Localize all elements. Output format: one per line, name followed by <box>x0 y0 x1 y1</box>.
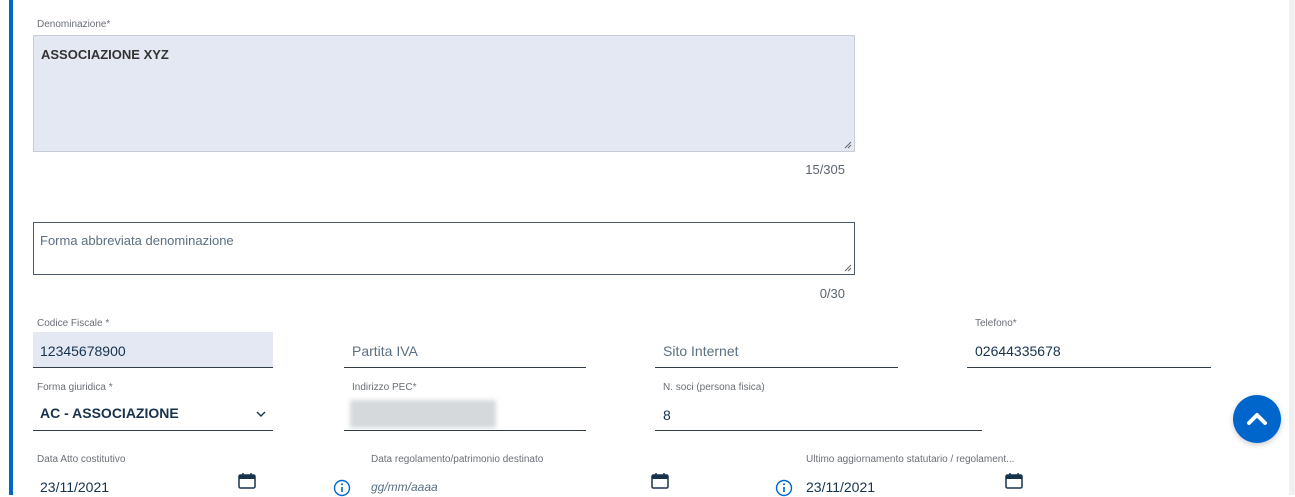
codice-fiscale-underline <box>33 367 273 368</box>
denominazione-label: Denominazione* <box>37 19 111 30</box>
ultimo-aggiornamento-value: 23/11/2021 <box>806 479 876 495</box>
forma-giuridica-select[interactable]: AC - ASSOCIAZIONE <box>33 396 273 430</box>
forma-giuridica-underline <box>33 430 273 431</box>
back-to-top-button[interactable] <box>1233 395 1281 443</box>
chevron-up-icon <box>1247 413 1267 425</box>
forma-giuridica-label: Forma giuridica * <box>37 382 113 393</box>
calendar-icon[interactable] <box>238 473 256 489</box>
info-icon[interactable] <box>333 479 351 497</box>
forma-giuridica-value: AC - ASSOCIAZIONE <box>40 405 179 421</box>
chevron-down-icon[interactable] <box>256 409 266 419</box>
data-regolamento-label: Data regolamento/patrimonio destinato <box>371 454 544 465</box>
resize-grip-icon[interactable] <box>844 141 852 149</box>
denominazione-textarea[interactable]: ASSOCIAZIONE XYZ <box>33 35 855 152</box>
n-soci-underline <box>655 430 982 431</box>
partita-iva-underline <box>344 367 586 368</box>
partita-iva-field[interactable]: Partita IVA <box>344 332 586 367</box>
ultimo-aggiornamento-label: Ultimo aggiornamento statutario / regola… <box>806 454 1015 465</box>
calendar-icon[interactable] <box>1005 473 1023 489</box>
codice-fiscale-field[interactable]: 12345678900 <box>33 332 273 367</box>
indirizzo-pec-field[interactable] <box>344 396 586 430</box>
denominazione-value: ASSOCIAZIONE XYZ <box>41 47 169 62</box>
sito-internet-underline <box>655 367 898 368</box>
telefono-label: Telefono* <box>975 318 1017 329</box>
partita-iva-placeholder: Partita IVA <box>352 343 418 359</box>
telefono-value: 02644335678 <box>975 343 1061 359</box>
scrollbar-track[interactable] <box>1289 0 1295 495</box>
forma-abbreviata-placeholder: Forma abbreviata denominazione <box>40 233 234 248</box>
codice-fiscale-label: Codice Fiscale * <box>37 318 110 329</box>
data-atto-label: Data Atto costitutivo <box>37 454 126 465</box>
telefono-field[interactable]: 02644335678 <box>967 332 1211 367</box>
section-accent-bar <box>9 0 13 495</box>
denominazione-counter: 15/305 <box>805 162 845 177</box>
calendar-icon[interactable] <box>651 473 669 489</box>
indirizzo-pec-label: Indirizzo PEC* <box>352 382 417 393</box>
indirizzo-pec-blurred-value <box>350 400 496 428</box>
sito-internet-field[interactable]: Sito Internet <box>655 332 898 367</box>
ultimo-aggiornamento-field[interactable]: 23/11/2021 <box>798 470 1038 495</box>
info-icon[interactable] <box>775 479 793 497</box>
forma-abbreviata-counter: 0/30 <box>819 286 845 301</box>
data-atto-field[interactable]: 23/11/2021 <box>33 470 273 495</box>
n-soci-value: 8 <box>663 407 671 423</box>
n-soci-label: N. soci (persona fisica) <box>663 382 765 393</box>
telefono-underline <box>967 367 1211 368</box>
resize-grip-icon[interactable] <box>844 264 852 272</box>
n-soci-field[interactable]: 8 <box>655 396 982 430</box>
data-regolamento-placeholder: gg/mm/aaaa <box>371 480 438 494</box>
codice-fiscale-value: 12345678900 <box>40 343 126 359</box>
indirizzo-pec-underline <box>344 430 586 431</box>
data-atto-value: 23/11/2021 <box>40 479 110 495</box>
forma-abbreviata-textarea[interactable]: Forma abbreviata denominazione <box>33 222 855 275</box>
sito-internet-placeholder: Sito Internet <box>663 343 739 359</box>
data-regolamento-field[interactable]: gg/mm/aaaa <box>362 470 692 495</box>
